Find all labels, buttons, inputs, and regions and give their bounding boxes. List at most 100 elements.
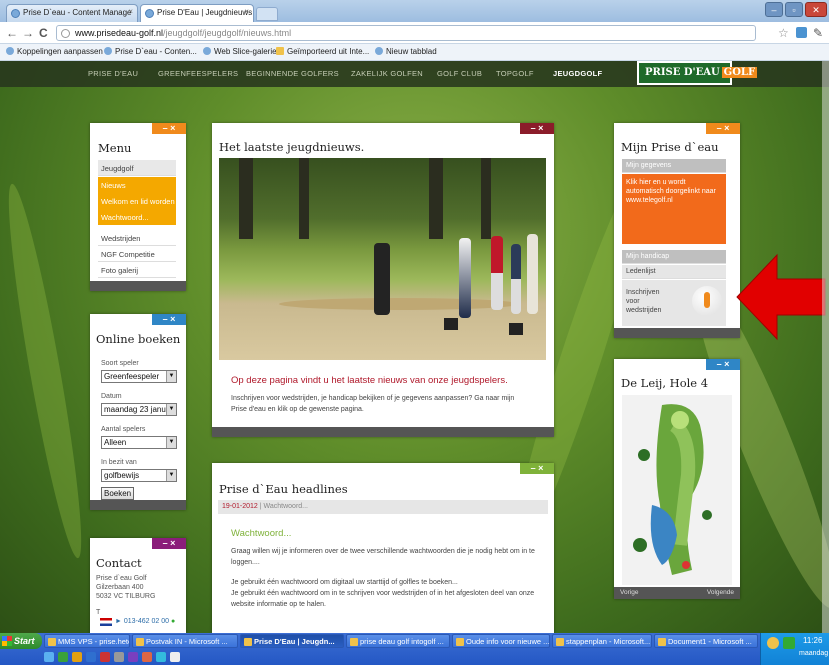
nav-jeugdgolf[interactable]: JEUGDGOLF <box>553 69 602 78</box>
clock-time[interactable]: 11:26 <box>803 636 822 645</box>
hole-prev-link[interactable]: Vorige <box>620 589 638 596</box>
headline-paragraph-2: Je gebruikt één wachtwoord om digitaal u… <box>231 579 458 586</box>
datum-select[interactable]: maandag 23 janu ▼ <box>101 403 177 416</box>
headline-date-sub: | Wachtwoord... <box>259 503 309 510</box>
back-icon[interactable]: ← <box>6 26 18 40</box>
nav-zakelijk-golfen[interactable]: ZAKELIJK GOLFEN <box>351 69 423 78</box>
extension-icon[interactable] <box>796 27 807 38</box>
ledenlijst-link[interactable]: Ledenlijst <box>622 265 726 279</box>
site-logo[interactable]: PRISE D'EAU GOLF <box>637 61 758 85</box>
bookmark-item[interactable]: Web Slice-galerie <box>203 47 277 56</box>
contact-panel: – × Contact Prise d`eau Golf Gilzerbaan … <box>90 538 186 633</box>
bookmark-folder[interactable]: Geïmporteerd uit Inte... <box>276 47 369 56</box>
windows-logo-icon <box>2 636 12 646</box>
taskbar-item-mms[interactable]: MMS VPS - prise.hetdigi... <box>44 634 130 648</box>
boeken-button[interactable]: Boeken <box>101 487 135 500</box>
nav-prise-deau[interactable]: PRISE D'EAU <box>88 69 138 78</box>
close-tab-icon[interactable]: × <box>128 7 133 16</box>
nav-greenfeespelers[interactable]: GREENFEESPELERS <box>158 69 238 78</box>
headline-item-link[interactable]: Wachtwoord... <box>231 528 291 539</box>
mijn-gegevens-link[interactable]: Mijn gegevens <box>622 159 726 173</box>
quicklaunch-icon[interactable] <box>72 652 82 662</box>
menu-item-wachtwoord[interactable]: Wachtwoord... <box>98 209 176 225</box>
quicklaunch-icon[interactable] <box>142 652 152 662</box>
network-icon[interactable] <box>783 637 795 649</box>
inschrijven-box[interactable]: Inschrijven voor wedstrijden <box>622 280 726 326</box>
forward-icon[interactable]: → <box>22 26 34 40</box>
panel-close-icon[interactable]: – × <box>706 123 740 134</box>
browser-tab-jeugdnieuws[interactable]: Prise D'Eau | Jeugdnieuws × <box>140 4 254 22</box>
menu-item-nieuws[interactable]: Nieuws <box>98 177 176 193</box>
menu-item-welkom[interactable]: Welkom en lid worden <box>98 193 176 209</box>
page-viewport: PRISE D'EAU GREENFEESPELERS BEGINNENDE G… <box>0 61 829 633</box>
soort-select[interactable]: Greenfeespeler ▼ <box>101 370 177 383</box>
news-title: Het laatste jeugdnieuws. <box>219 140 365 154</box>
aantal-select[interactable]: Alleen ▼ <box>101 436 177 449</box>
close-tab-icon[interactable]: × <box>244 7 249 16</box>
panel-close-icon[interactable]: – × <box>152 538 186 549</box>
quicklaunch-icon[interactable] <box>86 652 96 662</box>
mijn-title: Mijn Prise d`eau <box>621 140 719 154</box>
nav-golf-club[interactable]: GOLF CLUB <box>437 69 482 78</box>
panel-footer <box>212 427 554 437</box>
contact-phone[interactable]: ► 013-462 02 00 ● <box>115 616 175 627</box>
tray-icon[interactable] <box>767 637 779 649</box>
panel-close-icon[interactable]: – × <box>520 123 554 134</box>
panel-close-icon[interactable]: – × <box>706 359 740 370</box>
quicklaunch-icon[interactable] <box>114 652 124 662</box>
quicklaunch-icon[interactable] <box>170 652 180 662</box>
telegolf-promo[interactable]: Klik hier en u wordt automatisch doorgel… <box>622 174 726 244</box>
taskbar-item-document1[interactable]: Document1 - Microsoft ... <box>654 634 758 648</box>
chevron-down-icon: ▼ <box>166 371 176 382</box>
taskbar-item-postvak[interactable]: Postvak IN - Microsoft ... <box>132 634 238 648</box>
inschrijven-label: Inschrijven voor wedstrijden <box>626 289 662 314</box>
taskbar-item-chrome[interactable]: Prise D'Eau | Jeugdn... <box>240 634 344 648</box>
bookmark-item[interactable]: Koppelingen aanpassen <box>6 47 103 56</box>
quicklaunch-icon[interactable] <box>156 652 166 662</box>
headline-paragraph-3: Je gebruikt één wachtwoord om in te schr… <box>231 590 535 608</box>
panel-close-icon[interactable]: – × <box>152 123 186 134</box>
browser-toolbar: ← → C www.prisedeau-golf.nl/jeugdgolf/je… <box>0 22 829 44</box>
tab-label: Prise D'Eau | Jeugdnieuws <box>157 8 253 17</box>
system-tray: 11:26 maandag <box>760 633 829 665</box>
hole-next-link[interactable]: Volgende <box>707 589 734 596</box>
taskbar-item-intogolf[interactable]: prise deau golf intogolf ... <box>346 634 450 648</box>
quicklaunch-icon[interactable] <box>44 652 54 662</box>
chevron-down-icon: ▼ <box>166 404 176 415</box>
menu-item-foto-galerij[interactable]: Foto galerij <box>98 262 176 278</box>
menu-item-ngf-competitie[interactable]: NGF Competitie <box>98 246 176 262</box>
tee-icon <box>704 292 710 308</box>
wrench-icon[interactable]: ✎ <box>813 26 823 40</box>
mijn-handicap-link[interactable]: Mijn handicap <box>622 250 726 264</box>
nav-beginnende-golfers[interactable]: BEGINNENDE GOLFERS <box>246 69 339 78</box>
panel-close-icon[interactable]: – × <box>520 463 554 474</box>
bookmark-star-icon[interactable]: ☆ <box>778 26 789 40</box>
page-scrollbar[interactable] <box>822 61 829 633</box>
new-tab-button[interactable] <box>256 7 278 21</box>
menu-item-jeugdgolf[interactable]: Jeugdgolf <box>98 160 176 176</box>
quicklaunch-icon[interactable] <box>58 652 68 662</box>
taskbar-item-oude-info[interactable]: Oude info voor nieuwe ... <box>452 634 550 648</box>
quicklaunch-icon[interactable] <box>100 652 110 662</box>
bookmarks-bar: Koppelingen aanpassen Prise D`eau - Cont… <box>0 44 829 61</box>
nav-topgolf[interactable]: TOPGOLF <box>496 69 534 78</box>
menu-item-wedstrijden[interactable]: Wedstrijden <box>98 230 176 246</box>
contact-title: Contact <box>96 556 142 570</box>
favicon-icon <box>11 9 20 18</box>
browser-tab-cms[interactable]: Prise D`eau - Content Manage × <box>6 4 138 22</box>
address-bar[interactable]: www.prisedeau-golf.nl/jeugdgolf/jeugdgol… <box>56 25 756 41</box>
red-arrow-annotation <box>736 253 826 341</box>
bezit-select[interactable]: golfbewijs ▼ <box>101 469 177 482</box>
quicklaunch-icon[interactable] <box>128 652 138 662</box>
golf-ball-icon <box>692 286 722 316</box>
reload-icon[interactable]: C <box>39 26 48 40</box>
bookmark-item[interactable]: Nieuw tabblad <box>375 47 437 56</box>
taskbar-item-stappenplan[interactable]: stappenplan - Microsoft... <box>552 634 652 648</box>
panel-close-icon[interactable]: – × <box>152 314 186 325</box>
maximize-icon[interactable]: ▫ <box>785 2 803 17</box>
minimize-icon[interactable]: – <box>765 2 783 17</box>
close-window-icon[interactable]: ✕ <box>805 2 827 17</box>
soort-label: Soort speler <box>101 360 139 367</box>
bookmark-item[interactable]: Prise D`eau - Conten... <box>104 47 197 56</box>
page-icon <box>61 29 70 38</box>
